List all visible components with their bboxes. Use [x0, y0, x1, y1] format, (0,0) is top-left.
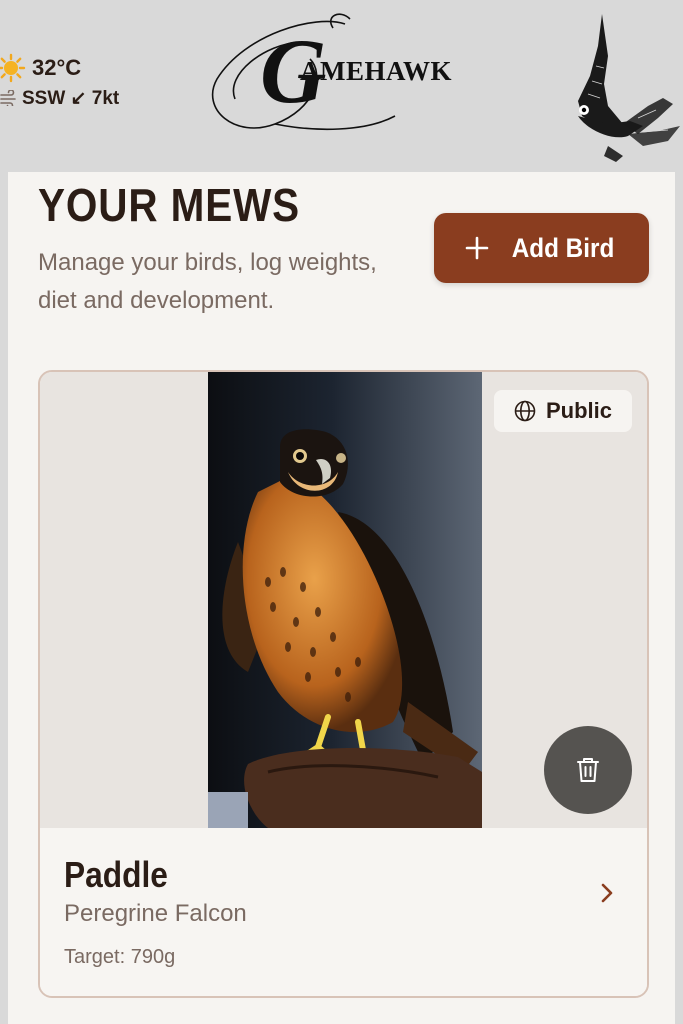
- weather-widget: 32°C SSW ↙ 7kt: [0, 52, 119, 112]
- bird-photo: [208, 372, 482, 828]
- app-header: 32°C SSW ↙ 7kt G AMEHAWK: [0, 0, 683, 172]
- trash-icon: [577, 758, 599, 782]
- bird-photo-area: Public: [40, 372, 647, 828]
- falcon-illustration-icon: [578, 14, 680, 162]
- page-subtitle: Manage your birds, log weights, diet and…: [38, 249, 377, 314]
- page-title: YOUR MEWS: [38, 179, 301, 231]
- sun-icon: [0, 53, 26, 83]
- chevron-right-icon[interactable]: [596, 880, 618, 906]
- delete-bird-button[interactable]: [544, 726, 632, 814]
- visibility-badge[interactable]: Public: [494, 390, 632, 432]
- bird-species: Peregrine Falcon: [64, 900, 247, 927]
- bird-card[interactable]: Public Paddle Peregrine Falcon Target: 7…: [38, 370, 649, 998]
- wind-icon: [0, 90, 16, 106]
- temperature-readout: 32°C: [32, 55, 82, 80]
- add-bird-label: Add Bird: [511, 232, 614, 263]
- bird-target-weight: Target: 790g: [64, 946, 176, 968]
- plus-icon: [465, 236, 488, 260]
- wind-readout: SSW ↙ 7kt: [22, 87, 120, 109]
- bird-card-info: Paddle Peregrine Falcon Target: 790g: [40, 828, 647, 996]
- globe-icon: [514, 400, 536, 422]
- visibility-label: Public: [545, 398, 612, 423]
- logo-wordmark: AMEHAWK: [300, 56, 452, 86]
- add-bird-button[interactable]: Add Bird: [434, 213, 649, 283]
- bird-name: Paddle: [64, 854, 168, 895]
